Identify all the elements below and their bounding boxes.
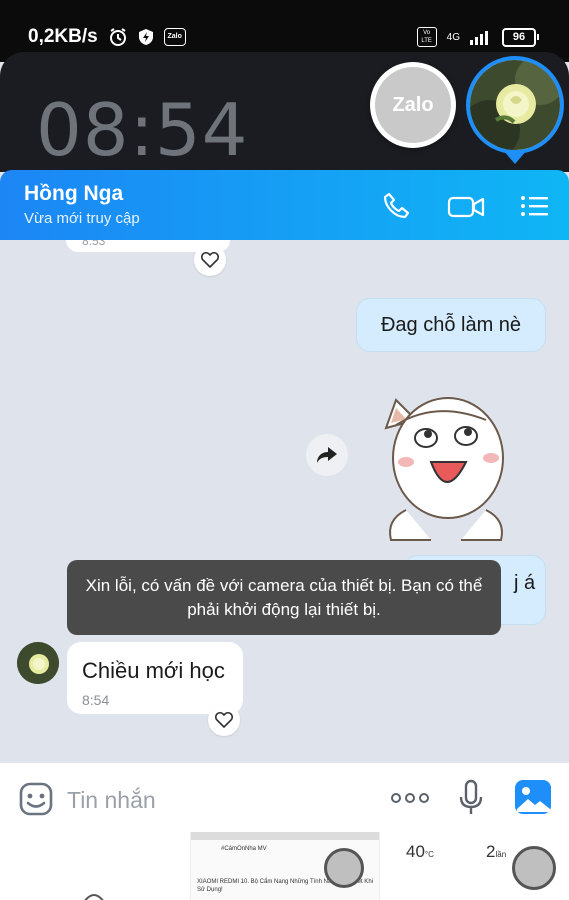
contact-chat-head[interactable] [466,56,564,154]
contact-name[interactable]: Hồng Nga [24,182,123,206]
phone-call-icon[interactable] [380,190,412,222]
menu-list-icon[interactable] [518,190,550,222]
partial-icon [84,894,104,900]
chat-area[interactable]: 8:53 Đag chỗ làm nè j á Xin lỗi, có vấn … [0,240,569,762]
video-call-icon[interactable] [446,190,486,222]
weather-temp-unit: °C [424,850,434,859]
outgoing-message-text: Đag chỗ làm nè [380,313,522,336]
image-gallery-icon[interactable] [514,779,552,815]
react-heart-button[interactable] [208,704,240,736]
count-widget: 2lần [486,842,506,862]
background-screen-content: #CảmOnNha MV XIAOMI REDMI 10. Bộ Cẩm Nan… [0,832,569,900]
heart-icon [215,712,233,728]
outgoing-message-partial-text: j á [514,572,536,594]
zalo-chat-head[interactable]: Zalo [370,62,456,148]
rose-avatar-image [470,60,560,150]
alarm-icon [109,28,126,46]
contact-avatar[interactable] [17,642,59,684]
emoji-sticker-icon[interactable] [18,781,54,817]
incoming-message-time: 8:54 [82,692,110,708]
status-right: Vo LTE 4G 96 [416,27,539,47]
chat-header: Hồng Nga Vừa mới truy cập [0,170,569,240]
more-options-icon[interactable] [390,791,430,805]
shield-bolt-icon [138,29,153,45]
floating-button[interactable] [512,846,556,890]
contact-status: Vừa mới truy cập [24,210,140,227]
react-heart-button[interactable] [194,244,226,276]
message-input[interactable]: Tin nhắn [67,787,156,814]
status-left: 0,2KB/s Zalo [28,26,186,48]
network-type: 4G [446,31,460,43]
floating-button[interactable] [324,848,364,888]
chat-head-pointer [503,150,527,164]
signal-icon [470,31,488,45]
battery-level: 96 [502,27,536,47]
weather-temp-value: 40 [406,842,425,861]
rose-avatar-image [17,642,59,684]
battery-icon: 96 [502,27,539,47]
toast-text: Xin lỗi, có vấn đề với camera của thiết … [85,575,483,619]
outgoing-message[interactable]: Đag chỗ làm nè [356,298,546,352]
volte-icon: Vo LTE [416,27,437,47]
weather-temp: 40°C [406,842,434,862]
network-speed: 0,2KB/s [28,26,98,47]
lock-clock: 08:54 [36,88,249,172]
incoming-message-text: Chiều mới học [82,658,225,683]
sticker-image[interactable] [376,380,516,550]
forward-arrow-icon [317,447,337,463]
thumbnail-header [191,832,379,840]
forward-button[interactable] [306,434,348,476]
message-input-bar: Tin nhắn [0,762,569,833]
microphone-icon[interactable] [458,779,484,817]
zalo-status-icon: Zalo [163,28,186,46]
count-unit: lần [495,850,507,859]
error-toast: Xin lỗi, có vấn đề với camera của thiết … [67,560,501,635]
thumbnail-badge: #CảmOnNha MV [221,846,267,852]
previous-message-time: 8:53 [82,240,106,248]
zalo-logo: Zalo [375,67,451,143]
incoming-message[interactable]: Chiều mới học 8:54 [67,642,243,714]
heart-icon [201,252,219,268]
